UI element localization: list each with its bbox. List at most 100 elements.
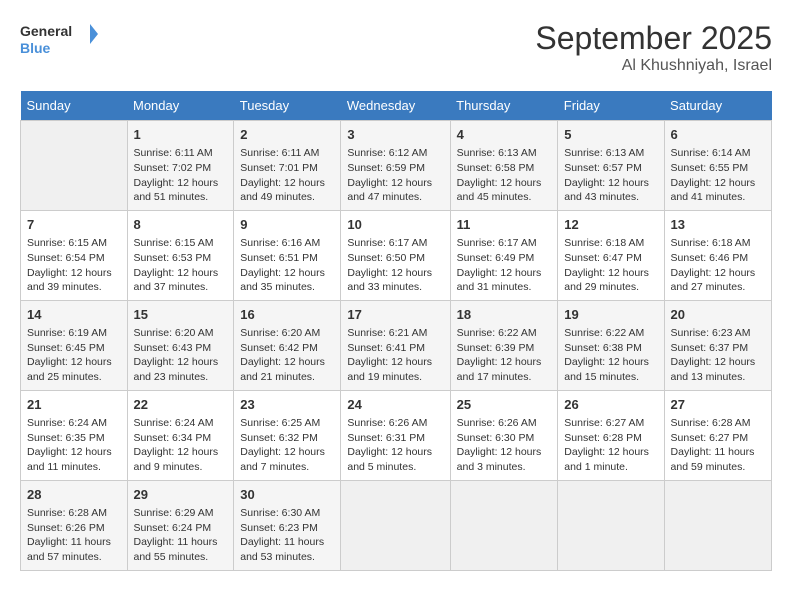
calendar-cell [450, 480, 558, 570]
day-number: 22 [134, 396, 228, 414]
day-info: Sunrise: 6:22 AM Sunset: 6:38 PM Dayligh… [564, 326, 657, 385]
calendar-cell: 10 Sunrise: 6:17 AM Sunset: 6:50 PM Dayli… [341, 210, 450, 300]
day-number: 1 [134, 126, 228, 144]
day-info: Sunrise: 6:15 AM Sunset: 6:53 PM Dayligh… [134, 236, 228, 295]
day-info: Sunrise: 6:15 AM Sunset: 6:54 PM Dayligh… [27, 236, 121, 295]
calendar-cell: 20Sunrise: 6:23 AM Sunset: 6:37 PM Dayli… [664, 300, 771, 390]
day-info: Sunrise: 6:12 AM Sunset: 6:59 PM Dayligh… [347, 146, 443, 205]
day-info: Sunrise: 6:13 AM Sunset: 6:58 PM Dayligh… [457, 146, 552, 205]
day-info: Sunrise: 6:28 AM Sunset: 6:27 PM Dayligh… [671, 416, 765, 475]
title-block: September 2025 Al Khushniyah, Israel [535, 20, 772, 75]
day-header-wednesday: Wednesday [341, 91, 450, 121]
day-number: 19 [564, 306, 657, 324]
calendar-cell: 25 Sunrise: 6:26 AM Sunset: 6:30 PM Dayli… [450, 390, 558, 480]
calendar-cell: 22 Sunrise: 6:24 AM Sunset: 6:34 PM Dayli… [127, 390, 234, 480]
day-number: 4 [457, 126, 552, 144]
calendar-cell: 15 Sunrise: 6:20 AM Sunset: 6:43 PM Dayli… [127, 300, 234, 390]
day-header-friday: Friday [558, 91, 664, 121]
day-number: 3 [347, 126, 443, 144]
calendar-cell: 6 Sunrise: 6:14 AM Sunset: 6:55 PM Daylig… [664, 121, 771, 211]
day-info: Sunrise: 6:11 AM Sunset: 7:01 PM Dayligh… [240, 146, 334, 205]
calendar-week-row: 1 Sunrise: 6:11 AM Sunset: 7:02 PM Daylig… [21, 121, 772, 211]
day-info: Sunrise: 6:14 AM Sunset: 6:55 PM Dayligh… [671, 146, 765, 205]
calendar-cell [341, 480, 450, 570]
day-info: Sunrise: 6:22 AM Sunset: 6:39 PM Dayligh… [457, 326, 552, 385]
day-info: Sunrise: 6:19 AM Sunset: 6:45 PM Dayligh… [27, 326, 121, 385]
calendar-cell: 21 Sunrise: 6:24 AM Sunset: 6:35 PM Dayli… [21, 390, 128, 480]
day-info: Sunrise: 6:26 AM Sunset: 6:30 PM Dayligh… [457, 416, 552, 475]
day-info: Sunrise: 6:11 AM Sunset: 7:02 PM Dayligh… [134, 146, 228, 205]
day-number: 11 [457, 216, 552, 234]
day-info: Sunrise: 6:24 AM Sunset: 6:34 PM Dayligh… [134, 416, 228, 475]
calendar-cell: 26Sunrise: 6:27 AM Sunset: 6:28 PM Dayli… [558, 390, 664, 480]
day-number: 23 [240, 396, 334, 414]
day-number: 27 [671, 396, 765, 414]
calendar-cell: 2 Sunrise: 6:11 AM Sunset: 7:01 PM Daylig… [234, 121, 341, 211]
day-info: Sunrise: 6:21 AM Sunset: 6:41 PM Dayligh… [347, 326, 443, 385]
day-header-monday: Monday [127, 91, 234, 121]
day-info: Sunrise: 6:29 AM Sunset: 6:24 PM Dayligh… [134, 506, 228, 565]
calendar-cell: 3 Sunrise: 6:12 AM Sunset: 6:59 PM Daylig… [341, 121, 450, 211]
calendar-cell: 5Sunrise: 6:13 AM Sunset: 6:57 PM Daylig… [558, 121, 664, 211]
calendar-cell: 4 Sunrise: 6:13 AM Sunset: 6:58 PM Daylig… [450, 121, 558, 211]
calendar-cell [558, 480, 664, 570]
day-info: Sunrise: 6:24 AM Sunset: 6:35 PM Dayligh… [27, 416, 121, 475]
calendar-cell: 12 Sunrise: 6:18 AM Sunset: 6:47 PM Dayli… [558, 210, 664, 300]
month-title: September 2025 [535, 20, 772, 57]
calendar-cell: 7 Sunrise: 6:15 AM Sunset: 6:54 PM Daylig… [21, 210, 128, 300]
day-number: 28 [27, 486, 121, 504]
calendar-cell: 29 Sunrise: 6:29 AM Sunset: 6:24 PM Dayli… [127, 480, 234, 570]
day-number: 14 [27, 306, 121, 324]
day-number: 15 [134, 306, 228, 324]
day-info: Sunrise: 6:18 AM Sunset: 6:47 PM Dayligh… [564, 236, 657, 295]
logo: General Blue [20, 20, 100, 60]
calendar-cell: 19 Sunrise: 6:22 AM Sunset: 6:38 PM Dayli… [558, 300, 664, 390]
day-number: 13 [671, 216, 765, 234]
day-number: 16 [240, 306, 334, 324]
day-number: 5 [564, 126, 657, 144]
day-info: Sunrise: 6:30 AM Sunset: 6:23 PM Dayligh… [240, 506, 334, 565]
day-number: 24 [347, 396, 443, 414]
calendar-cell: 8Sunrise: 6:15 AM Sunset: 6:53 PM Daylig… [127, 210, 234, 300]
day-info: Sunrise: 6:27 AM Sunset: 6:28 PM Dayligh… [564, 416, 657, 475]
day-header-tuesday: Tuesday [234, 91, 341, 121]
day-info: Sunrise: 6:20 AM Sunset: 6:42 PM Dayligh… [240, 326, 334, 385]
day-number: 6 [671, 126, 765, 144]
day-number: 18 [457, 306, 552, 324]
page-header: General Blue September 2025 Al Khushniya… [20, 20, 772, 75]
calendar-cell: 17Sunrise: 6:21 AM Sunset: 6:41 PM Dayli… [341, 300, 450, 390]
calendar-table: SundayMondayTuesdayWednesdayThursdayFrid… [20, 91, 772, 571]
calendar-week-row: 7 Sunrise: 6:15 AM Sunset: 6:54 PM Daylig… [21, 210, 772, 300]
day-number: 12 [564, 216, 657, 234]
calendar-cell [664, 480, 771, 570]
location-title: Al Khushniyah, Israel [535, 57, 772, 75]
calendar-cell: 23Sunrise: 6:25 AM Sunset: 6:32 PM Dayli… [234, 390, 341, 480]
day-number: 21 [27, 396, 121, 414]
calendar-cell: 14 Sunrise: 6:19 AM Sunset: 6:45 PM Dayli… [21, 300, 128, 390]
calendar-cell: 13Sunrise: 6:18 AM Sunset: 6:46 PM Dayli… [664, 210, 771, 300]
day-number: 25 [457, 396, 552, 414]
calendar-header-row: SundayMondayTuesdayWednesdayThursdayFrid… [21, 91, 772, 121]
day-number: 29 [134, 486, 228, 504]
day-number: 2 [240, 126, 334, 144]
day-header-thursday: Thursday [450, 91, 558, 121]
day-header-sunday: Sunday [21, 91, 128, 121]
calendar-cell: 11 Sunrise: 6:17 AM Sunset: 6:49 PM Dayli… [450, 210, 558, 300]
day-info: Sunrise: 6:17 AM Sunset: 6:50 PM Dayligh… [347, 236, 443, 295]
calendar-cell: 27 Sunrise: 6:28 AM Sunset: 6:27 PM Dayli… [664, 390, 771, 480]
day-info: Sunrise: 6:23 AM Sunset: 6:37 PM Dayligh… [671, 326, 765, 385]
calendar-cell: 1 Sunrise: 6:11 AM Sunset: 7:02 PM Daylig… [127, 121, 234, 211]
calendar-cell [21, 121, 128, 211]
svg-text:Blue: Blue [20, 40, 51, 56]
day-info: Sunrise: 6:20 AM Sunset: 6:43 PM Dayligh… [134, 326, 228, 385]
calendar-cell: 9Sunrise: 6:16 AM Sunset: 6:51 PM Daylig… [234, 210, 341, 300]
calendar-cell: 30Sunrise: 6:30 AM Sunset: 6:23 PM Dayli… [234, 480, 341, 570]
day-number: 10 [347, 216, 443, 234]
calendar-cell: 24 Sunrise: 6:26 AM Sunset: 6:31 PM Dayli… [341, 390, 450, 480]
logo-svg: General Blue [20, 20, 100, 60]
day-info: Sunrise: 6:26 AM Sunset: 6:31 PM Dayligh… [347, 416, 443, 475]
calendar-cell: 18 Sunrise: 6:22 AM Sunset: 6:39 PM Dayli… [450, 300, 558, 390]
day-info: Sunrise: 6:17 AM Sunset: 6:49 PM Dayligh… [457, 236, 552, 295]
day-number: 7 [27, 216, 121, 234]
calendar-cell: 16 Sunrise: 6:20 AM Sunset: 6:42 PM Dayli… [234, 300, 341, 390]
